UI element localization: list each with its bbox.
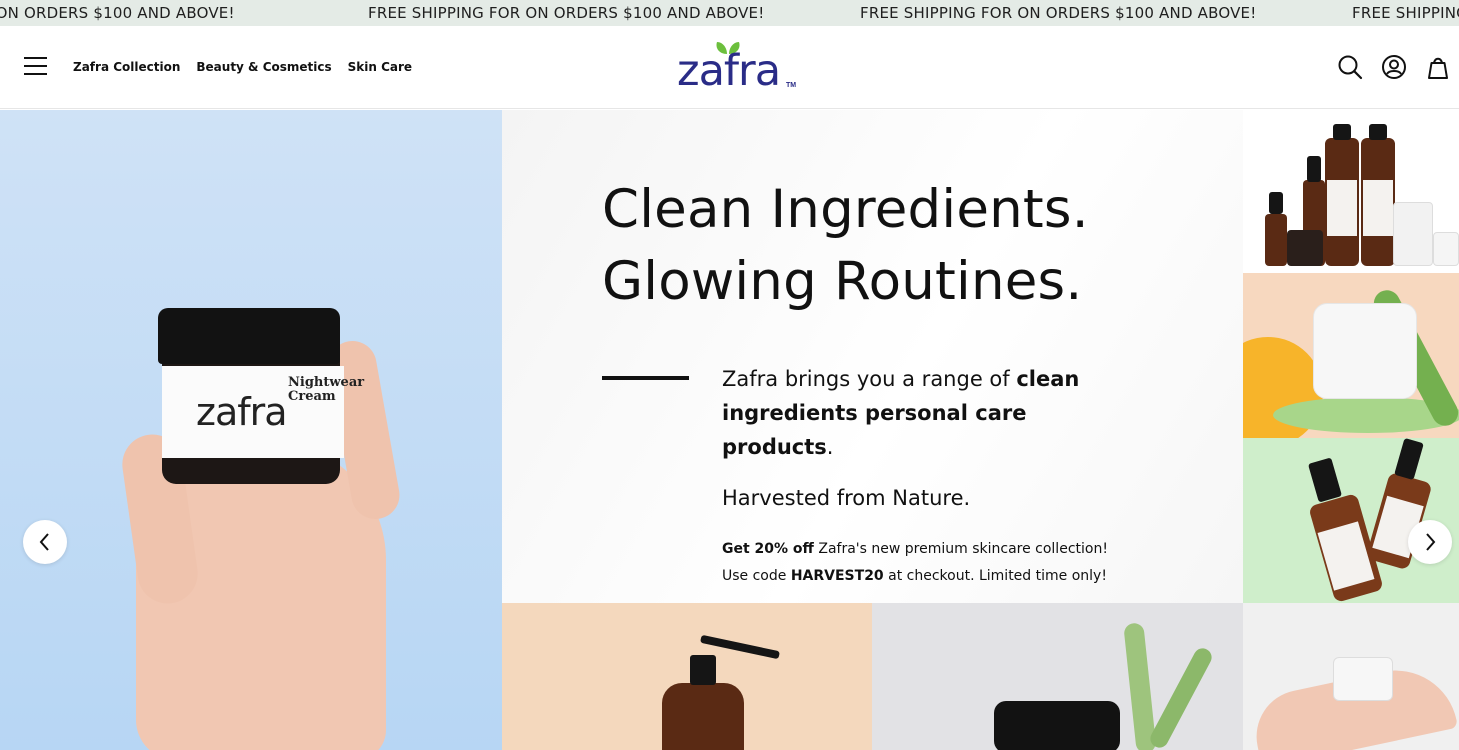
jar-brand: zafra (196, 390, 288, 434)
carousel-prev-button[interactable] (23, 520, 67, 564)
header-actions (1337, 54, 1451, 80)
headline-line-1: Clean Ingredients. (602, 179, 1089, 240)
menu-icon[interactable] (24, 57, 47, 76)
jar-name-line2: Cream (288, 389, 336, 404)
product-tile-cleansers[interactable] (1243, 110, 1459, 273)
site-header: Zafra Collection Beauty & Cosmetics Skin… (0, 26, 1459, 109)
chevron-right-icon (1426, 533, 1436, 551)
hero-promo: Get 20% off Zafra's new premium skincare… (722, 541, 1108, 584)
announcement-text: FREE SHIPPING F (1352, 4, 1459, 22)
bag-icon[interactable] (1425, 54, 1451, 80)
announcement-text: FREE SHIPPING FOR ON ORDERS $100 AND ABO… (368, 4, 765, 22)
main-nav: Zafra Collection Beauty & Cosmetics Skin… (73, 60, 412, 74)
nav-link-zafra-collection[interactable]: Zafra Collection (73, 60, 180, 74)
logo-text: zafra (677, 46, 781, 96)
hero-tagline: Harvested from Nature. (722, 486, 971, 510)
announcement-text: FREE SHIPPING FOR ON ORDERS $100 AND ABO… (860, 4, 1257, 22)
hero-image-nightwear-cream: zafra Nightwear Cream (0, 110, 502, 750)
account-icon[interactable] (1381, 54, 1407, 80)
hero-text-panel: Clean Ingredients. Glowing Routines. Zaf… (502, 110, 1243, 603)
nav-link-beauty-cosmetics[interactable]: Beauty & Cosmetics (196, 60, 331, 74)
announcement-text: R ON ORDERS $100 AND ABOVE! (0, 4, 235, 22)
logo-trademark: TM (786, 82, 797, 89)
promo-code: HARVEST20 (790, 568, 884, 584)
divider-line (602, 376, 689, 380)
hero-headline: Clean Ingredients. Glowing Routines. (602, 174, 1089, 318)
product-tile-face-moisturizer[interactable] (1243, 273, 1459, 438)
product-tile-jar-sage[interactable] (872, 603, 1243, 750)
chevron-left-icon (39, 533, 49, 551)
hero-intro: Zafra brings you a range of clean ingred… (722, 367, 1080, 459)
jar-name-line1: Nightwear (288, 375, 365, 390)
site-logo[interactable]: zafra TM (677, 38, 802, 96)
search-icon[interactable] (1337, 54, 1363, 80)
product-tile-pump-bottle[interactable] (502, 603, 872, 750)
product-tile-hand-jar[interactable] (1243, 603, 1459, 750)
nav-link-skin-care[interactable]: Skin Care (348, 60, 412, 74)
carousel-next-button[interactable] (1408, 520, 1452, 564)
nightwear-cream-jar: zafra Nightwear Cream (158, 308, 365, 488)
headline-line-2: Glowing Routines. (602, 251, 1083, 312)
hero-copy: Zafra brings you a range of clean ingred… (722, 362, 1142, 590)
announcement-bar: R ON ORDERS $100 AND ABOVE! FREE SHIPPIN… (0, 0, 1459, 26)
